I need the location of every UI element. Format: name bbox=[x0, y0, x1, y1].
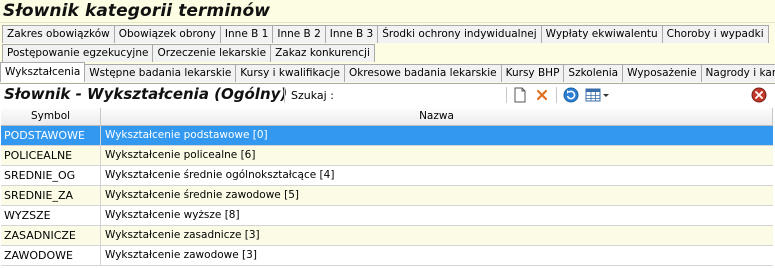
cell-nazwa[interactable]: Wykształcenie podstawowe [0] bbox=[101, 126, 773, 145]
tab-orzeczenie-lekarskie[interactable]: Orzeczenie lekarskie bbox=[152, 44, 272, 62]
tab-kursy-i-kwalifikacje[interactable]: Kursy i kwalifikacje bbox=[235, 64, 345, 82]
tab-zakaz-konkurencji[interactable]: Zakaz konkurencji bbox=[270, 44, 375, 62]
new-document-icon[interactable] bbox=[511, 87, 529, 103]
tab-środki-ochrony-indywidualnej[interactable]: Środki ochrony indywidualnej bbox=[377, 25, 542, 43]
tab-zakres-obowiązków[interactable]: Zakres obowiązków bbox=[2, 25, 115, 43]
tab-nagrody-i-kary[interactable]: Nagrody i kary bbox=[700, 64, 775, 82]
table-row[interactable]: WYZSZE Wykształcenie wyższe [8] bbox=[1, 206, 773, 226]
toolbar-separator bbox=[506, 87, 507, 103]
refresh-icon[interactable] bbox=[562, 87, 580, 103]
tab-row-2: Postępowanie egzekucyjne Orzeczenie lekar… bbox=[2, 43, 375, 62]
table-row[interactable]: SREDNIE_ZA Wykształcenie średnie zawodowe… bbox=[1, 186, 773, 206]
tab-row-3: Wykształcenia Wstępne badania lekarskie Ku… bbox=[0, 62, 775, 82]
tab-okresowe-badania-lekarskie[interactable]: Okresowe badania lekarskie bbox=[343, 64, 502, 82]
cell-symbol[interactable]: PODSTAWOWE bbox=[1, 126, 101, 145]
tab-row-1: Zakres obowiązków Obowiązek obrony Inne B … bbox=[2, 24, 769, 43]
search-label: Szukaj : bbox=[291, 89, 334, 102]
toolbar-separator bbox=[284, 87, 285, 103]
cell-nazwa[interactable]: Wykształcenie średnie ogólnokształcące [… bbox=[101, 166, 773, 185]
cell-symbol[interactable]: POLICEALNE bbox=[1, 146, 101, 165]
grid-header: Symbol Nazwa bbox=[1, 108, 773, 126]
cell-nazwa[interactable]: Wykształcenie policealne [6] bbox=[101, 146, 773, 165]
table-row[interactable]: ZAWODOWE Wykształcenie zawodowe [3] bbox=[1, 246, 773, 266]
cell-nazwa[interactable]: Wykształcenie zasadnicze [3] bbox=[101, 226, 773, 245]
tab-postępowanie-egzekucyjne[interactable]: Postępowanie egzekucyjne bbox=[2, 44, 154, 62]
cell-symbol[interactable]: WYZSZE bbox=[1, 206, 101, 225]
cell-symbol[interactable]: ZAWODOWE bbox=[1, 246, 101, 265]
toolbar-separator bbox=[556, 87, 557, 103]
column-header-nazwa[interactable]: Nazwa bbox=[101, 108, 773, 125]
window-header: Słownik kategorii terminów bbox=[0, 0, 775, 23]
tab-inne-b-1[interactable]: Inne B 1 bbox=[219, 25, 274, 43]
toolbar: Słownik - Wykształcenia (Ogólny) Szukaj … bbox=[0, 84, 775, 107]
dictionary-subtitle: Słownik - Wykształcenia (Ogólny) bbox=[4, 85, 288, 103]
tab-strip: Zakres obowiązków Obowiązek obrony Inne B … bbox=[0, 23, 775, 84]
dropdown-arrow-icon[interactable] bbox=[602, 87, 610, 103]
delete-icon[interactable] bbox=[533, 87, 551, 103]
table-view-icon[interactable] bbox=[584, 87, 602, 103]
tab-wypłaty-ekwiwalentu[interactable]: Wypłaty ekwiwalentu bbox=[540, 25, 663, 43]
tab-choroby-i-wypadki[interactable]: Choroby i wypadki bbox=[661, 25, 769, 43]
tab-wykształcenia[interactable]: Wykształcenia bbox=[0, 62, 86, 82]
window-title: Słownik kategorii terminów bbox=[3, 1, 271, 21]
tab-inne-b-3[interactable]: Inne B 3 bbox=[324, 25, 379, 43]
tab-obowiązek-obrony[interactable]: Obowiązek obrony bbox=[113, 25, 221, 43]
table-row[interactable]: ZASADNICZE Wykształcenie zasadnicze [3] bbox=[1, 226, 773, 246]
tab-wstępne-badania-lekarskie[interactable]: Wstępne badania lekarskie bbox=[84, 64, 237, 82]
cell-nazwa[interactable]: Wykształcenie wyższe [8] bbox=[101, 206, 773, 225]
cell-nazwa[interactable]: Wykształcenie średnie zawodowe [5] bbox=[101, 186, 773, 205]
grid-body: PODSTAWOWE Wykształcenie podstawowe [0] PO… bbox=[1, 126, 773, 266]
cell-symbol[interactable]: ZASADNICZE bbox=[1, 226, 101, 245]
table-row[interactable]: PODSTAWOWE Wykształcenie podstawowe [0] bbox=[1, 126, 773, 146]
cell-symbol[interactable]: SREDNIE_ZA bbox=[1, 186, 101, 205]
tab-wyposażenie[interactable]: Wyposażenie bbox=[622, 64, 702, 82]
cell-nazwa[interactable]: Wykształcenie zawodowe [3] bbox=[101, 246, 773, 265]
column-header-symbol[interactable]: Symbol bbox=[1, 108, 101, 125]
data-grid: Symbol Nazwa PODSTAWOWE Wykształcenie pod… bbox=[1, 108, 773, 266]
tab-kursy-bhp[interactable]: Kursy BHP bbox=[500, 64, 565, 82]
tab-szkolenia[interactable]: Szkolenia bbox=[563, 64, 624, 82]
cell-symbol[interactable]: SREDNIE_OG bbox=[1, 166, 101, 185]
search-input[interactable] bbox=[351, 87, 505, 104]
tab-inne-b-2[interactable]: Inne B 2 bbox=[272, 25, 326, 43]
table-row[interactable]: POLICEALNE Wykształcenie policealne [6] bbox=[1, 146, 773, 166]
table-row[interactable]: SREDNIE_OG Wykształcenie średnie ogólnoks… bbox=[1, 166, 773, 186]
close-icon[interactable] bbox=[750, 87, 768, 103]
